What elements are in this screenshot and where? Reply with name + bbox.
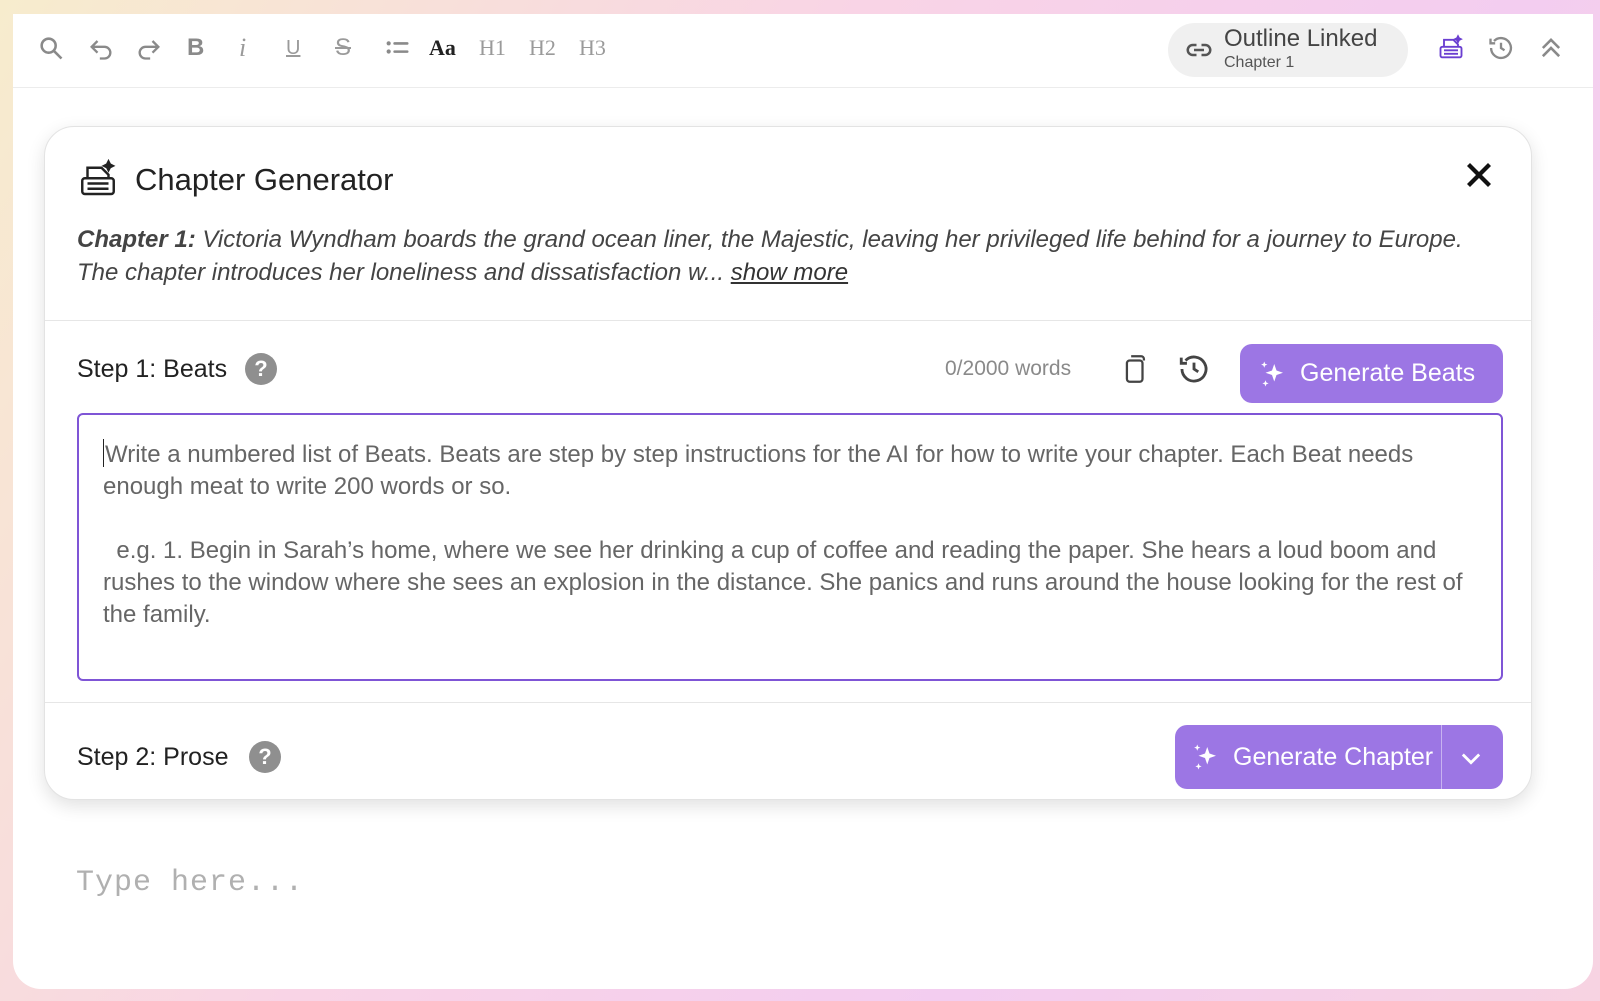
beats-placeholder: Write a numbered list of Beats. Beats ar…	[103, 441, 1463, 628]
heading-1-button[interactable]: H1	[479, 32, 506, 64]
step-1-label: Step 1: Beats	[77, 355, 228, 383]
history-icon[interactable]	[1483, 30, 1519, 66]
copy-icon[interactable]	[1117, 351, 1151, 387]
generate-beats-label: Generate Beats	[1300, 359, 1476, 387]
sparkle-icon	[1194, 744, 1216, 770]
generate-beats-button[interactable]: Generate Beats	[1240, 344, 1503, 403]
chapter-summary: Chapter 1: Victoria Wyndham boards the g…	[77, 223, 1497, 289]
editor-surface: B i U S Aa H1 H2 H3 Outline Linked Chapt…	[13, 14, 1593, 989]
bold-icon[interactable]: B	[187, 32, 204, 64]
text-size-button[interactable]: Aa	[429, 32, 456, 64]
history-icon[interactable]	[1177, 351, 1211, 387]
step-2-section: Step 2: Prose ? Generate Chapter	[45, 702, 1531, 799]
show-more-link[interactable]: show more	[731, 259, 848, 286]
text-caret	[103, 439, 104, 467]
generator-header: Chapter Generator Chapter 1: Victoria Wy…	[45, 127, 1531, 321]
sparkle-icon	[1261, 361, 1283, 386]
summary-label: Chapter 1:	[77, 226, 196, 253]
outline-subtitle: Chapter 1	[1224, 54, 1295, 71]
chevron-down-icon[interactable]	[1457, 744, 1485, 772]
formatting-toolbar: B i U S Aa H1 H2 H3 Outline Linked Chapt…	[13, 14, 1593, 88]
step-1-header: Step 1: Beats ? 0/2000 words Generate Be…	[77, 339, 1503, 403]
step-2-label: Step 2: Prose	[77, 743, 229, 771]
underline-icon[interactable]: U	[286, 32, 300, 64]
help-icon[interactable]: ?	[249, 741, 281, 773]
close-icon[interactable]	[1461, 157, 1497, 193]
word-count: 0/2000 words	[945, 357, 1072, 380]
outline-title: Outline Linked	[1224, 25, 1378, 52]
search-icon[interactable]	[33, 30, 69, 66]
typewriter-icon	[81, 159, 116, 196]
help-icon[interactable]: ?	[245, 353, 277, 385]
redo-icon[interactable]	[131, 30, 167, 66]
italic-icon[interactable]: i	[239, 32, 246, 64]
beats-textarea[interactable]: Write a numbered list of Beats. Beats ar…	[77, 413, 1503, 681]
chapter-generator-panel: Chapter Generator Chapter 1: Victoria Wy…	[44, 126, 1532, 800]
heading-2-button[interactable]: H2	[529, 32, 556, 64]
strikethrough-icon[interactable]: S	[335, 32, 351, 64]
typewriter-icon[interactable]	[1433, 30, 1469, 66]
generate-chapter-button[interactable]: Generate Chapter	[1175, 725, 1503, 789]
collapse-icon[interactable]	[1533, 30, 1569, 66]
editor-placeholder[interactable]: Type here...	[76, 866, 304, 900]
outline-linked-button[interactable]: Outline Linked Chapter 1	[1168, 23, 1408, 77]
heading-3-button[interactable]: H3	[579, 32, 606, 64]
link-icon	[1186, 43, 1212, 57]
split-divider	[1441, 725, 1442, 789]
generate-chapter-label: Generate Chapter	[1233, 742, 1434, 771]
undo-icon[interactable]	[83, 30, 119, 66]
panel-title: Chapter Generator	[135, 162, 394, 197]
list-icon[interactable]	[380, 30, 416, 66]
